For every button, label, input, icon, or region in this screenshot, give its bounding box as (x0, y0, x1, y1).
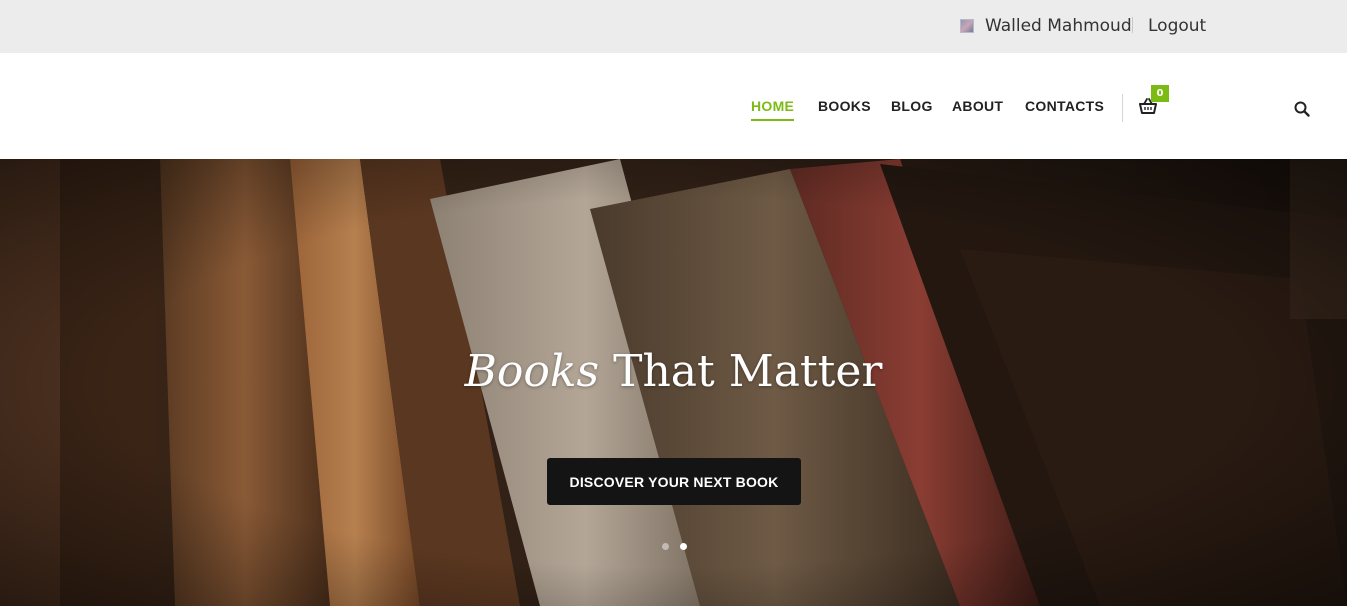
nav-about[interactable]: ABOUT (952, 98, 1003, 119)
nav-divider (1122, 94, 1123, 122)
main-header: HOME BOOKS BLOG ABOUT CONTACTS 0 (0, 53, 1347, 159)
discover-next-book-button[interactable]: DISCOVER YOUR NEXT BOOK (547, 458, 801, 505)
nav-home[interactable]: HOME (751, 98, 795, 121)
nav-blog[interactable]: BLOG (891, 98, 933, 119)
user-account-link[interactable]: Walled Mahmoud (960, 14, 1132, 38)
slider-dot-1[interactable] (662, 543, 669, 550)
hero-title-rest: That Matter (613, 346, 883, 397)
nav-contacts[interactable]: CONTACTS (1025, 98, 1104, 119)
hero-title-emphasis: Books (464, 346, 600, 397)
logout-link[interactable]: Logout (1148, 14, 1206, 38)
hero-slider: Books That Matter DISCOVER YOUR NEXT BOO… (0, 159, 1347, 606)
avatar-icon (960, 19, 974, 33)
user-name: Walled Mahmoud (985, 16, 1132, 36)
search-icon (1294, 101, 1310, 117)
top-bar: Walled Mahmoud Logout (0, 0, 1347, 53)
hero-title: Books That Matter (0, 344, 1347, 400)
search-button[interactable] (1293, 100, 1311, 118)
nav-books[interactable]: BOOKS (818, 98, 871, 119)
slider-dot-2[interactable] (680, 543, 687, 550)
cart-count-badge: 0 (1151, 85, 1169, 102)
topbar-divider (1132, 17, 1133, 33)
